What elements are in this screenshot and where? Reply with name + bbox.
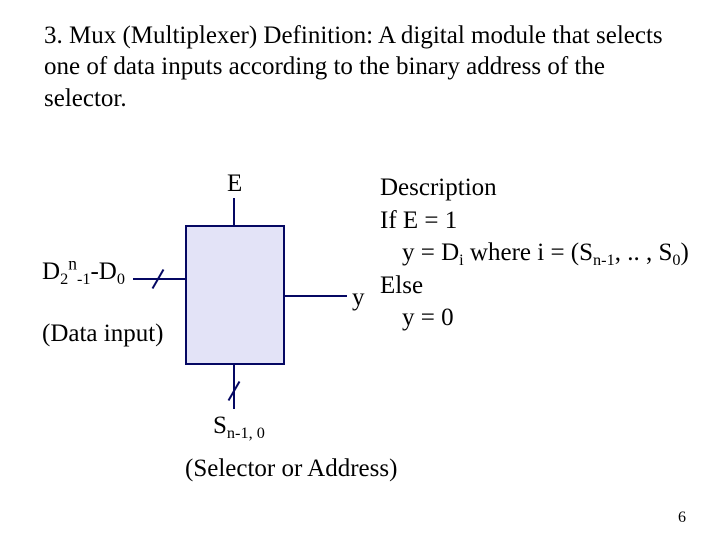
wire-output	[285, 295, 347, 297]
l3d: n-1	[593, 251, 615, 269]
desc-line-y-0: y = 0	[380, 302, 710, 335]
definition-text: 3. Mux (Multiplexer) Definition: A digit…	[44, 20, 676, 114]
d-sub-2: 2	[60, 270, 68, 288]
d-sub-0: 0	[117, 270, 125, 288]
desc-line-if: If E = 1	[380, 205, 710, 238]
mux-box	[185, 225, 285, 365]
l3g: )	[680, 239, 688, 266]
s-text: S	[213, 412, 227, 439]
desc-line-heading: Description	[380, 172, 710, 205]
label-data-range: D2n-1-D0	[42, 256, 125, 287]
label-data-input: (Data input)	[42, 318, 163, 349]
d-mid: -D	[90, 258, 116, 285]
wire-enable	[233, 198, 235, 225]
desc-line-y-di: y = Di where i = (Sn-1, .. , S0)	[380, 237, 710, 270]
label-select-range: Sn-1, 0	[213, 410, 265, 441]
label-selector: (Selector or Address)	[185, 453, 397, 484]
d-text: D	[42, 258, 60, 285]
page-number: 6	[678, 508, 686, 528]
l3e: , .. , S	[615, 239, 673, 266]
d-sup-n: n	[68, 253, 77, 273]
l3c: where i = (S	[464, 239, 593, 266]
d-sub-m1: -1	[77, 270, 91, 288]
desc-line-else: Else	[380, 270, 710, 303]
l3a: y = D	[402, 239, 459, 266]
label-output: y	[352, 282, 365, 313]
label-enable: E	[227, 168, 242, 199]
s-sub: n-1, 0	[227, 424, 265, 442]
slide: 3. Mux (Multiplexer) Definition: A digit…	[0, 0, 720, 540]
description-block: Description If E = 1 y = Di where i = (S…	[380, 172, 710, 335]
